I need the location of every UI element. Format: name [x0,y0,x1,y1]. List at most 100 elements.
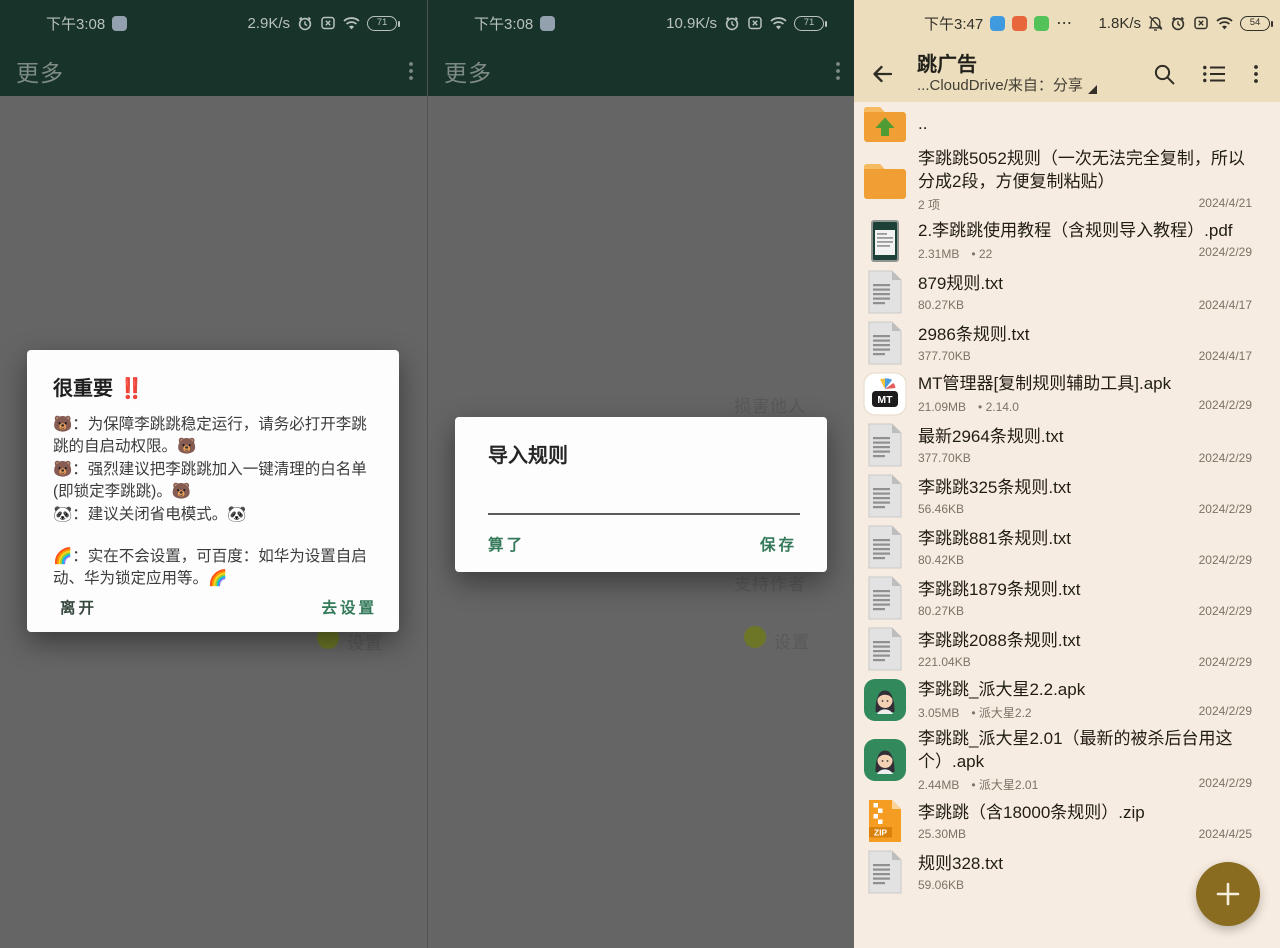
more-notifications-icon: ⋯ [1056,13,1073,33]
app-bar: 更多 [0,46,427,96]
app-badge-icon [540,16,555,31]
rule-input[interactable] [488,489,800,515]
cancel-button[interactable]: 算了 [488,533,525,555]
app-badge-green-icon [1034,16,1049,31]
file-meta: 21.09MB • 2.14.0 [918,398,1019,415]
wifi-icon [343,16,360,30]
file-row[interactable]: .. [854,102,1280,145]
overflow-menu-icon[interactable] [1254,65,1258,83]
overflow-menu-icon[interactable] [409,62,413,80]
pdf-icon [862,219,908,263]
file-row[interactable]: 李跳跳881条规则.txt80.42KB2024/2/29 [854,521,1280,572]
go-settings-button[interactable]: 去设置 [321,596,377,618]
txt-icon [862,321,908,365]
alarm-icon [297,15,313,31]
back-arrow-icon[interactable] [870,62,895,86]
file-date: 2024/4/21 [1199,196,1252,213]
txt-icon [862,270,908,314]
app-badge-icon [112,16,127,31]
no-sim-icon [747,15,763,31]
file-meta: 2.44MB • 派大星2.01 [918,776,1038,793]
app-badge-blue-icon [990,16,1005,31]
file-row[interactable]: 2986条规则.txt377.70KB2024/4/17 [854,317,1280,368]
file-meta: 59.06KB [918,878,964,892]
net-speed: 1.8K/s [1098,15,1141,32]
settings-label: 设置 [347,629,383,654]
overflow-menu-icon[interactable] [836,62,840,80]
dialog-text-line: 🐻：为保障李跳跳稳定运行，请务必打开李跳跳的自启动权限。🐻 [53,414,375,459]
file-meta: 377.70KB [918,349,971,363]
file-row[interactable]: 李跳跳2088条规则.txt221.04KB2024/2/29 [854,623,1280,674]
dialog-text-line: 🐼：建议关闭省电模式。🐼 [53,504,375,526]
no-sim-icon [1193,15,1209,31]
file-row[interactable]: 最新2964条规则.txt377.70KB2024/2/29 [854,419,1280,470]
dialog-title: 很重要‼️ [53,372,375,401]
file-row[interactable]: 2.李跳跳使用教程（含规则导入教程）.pdf2.31MB • 222024/2/… [854,215,1280,266]
file-name: 李跳跳2088条规则.txt [918,629,1252,652]
dialog-actions: 算了 保存 [455,516,827,572]
apk-girl-icon [862,738,908,782]
wifi-icon [770,16,787,30]
apk-girl-icon [862,678,908,722]
file-row[interactable]: ZIP李跳跳（含18000条规则）.zip25.30MB2024/4/25 [854,795,1280,846]
import-rules-dialog: 导入规则 算了 保存 [455,417,827,572]
file-row[interactable]: 李跳跳_派大星2.01（最新的被杀后台用这个）.apk2.44MB • 派大星2… [854,725,1280,795]
txt-icon [862,576,908,620]
file-meta: 80.27KB [918,298,964,312]
file-name: 李跳跳_派大星2.2.apk [918,678,1252,701]
dialog-text-line: 🐻：强烈建议把李跳跳加入一键清理的白名单(即锁定李跳跳)。🐻 [53,459,375,504]
file-row[interactable]: 李跳跳5052规则（一次无法完全复制，所以分成2段，方便复制粘贴）2 项2024… [854,145,1280,215]
search-icon[interactable] [1153,63,1175,85]
file-date: 2024/2/29 [1199,553,1252,567]
page-title: 更多 [444,54,492,88]
file-date: 2024/4/25 [1199,827,1252,841]
txt-icon [862,423,908,467]
exclamation-emoji: ‼️ [119,378,144,400]
file-meta: 25.30MB [918,827,966,841]
important-dialog: 很重要‼️ 🐻：为保障李跳跳稳定运行，请务必打开李跳跳的自启动权限。🐻🐻：强烈建… [27,350,399,632]
panel-right: 下午3:47 ⋯ 1.8K/s 54 跳广告 [854,0,1280,948]
leave-button[interactable]: 离开 [60,596,97,618]
file-row[interactable]: 李跳跳1879条规则.txt80.27KB2024/2/29 [854,572,1280,623]
clock: 下午3:08 [474,13,533,34]
add-fab-button[interactable] [1196,862,1260,926]
dialog-text-line [53,526,375,546]
sort-triangle-icon [1088,85,1097,94]
file-meta: 80.42KB [918,553,964,567]
battery-icon: 71 [794,16,824,31]
view-list-icon[interactable] [1202,64,1227,84]
file-name: .. [918,112,1252,135]
settings-label: 设置 [774,628,810,653]
net-speed: 2.9K/s [247,15,290,32]
file-date: 2024/2/29 [1199,451,1252,465]
no-sim-icon [320,15,336,31]
save-button[interactable]: 保存 [760,533,797,555]
file-date: 2024/2/29 [1199,245,1252,262]
composite-screenshot: 下午3:08 2.9K/s 71 更多 设置 很重要‼️ 🐻：为保 [0,0,1280,948]
file-row[interactable]: 879规则.txt80.27KB2024/4/17 [854,266,1280,317]
folder-title: 跳广告 [917,54,977,76]
breadcrumb[interactable]: ...CloudDrive/来自：分享 [917,77,1153,95]
menu-item-support-author: 支持作者 [734,570,806,595]
plus-icon [1213,879,1243,909]
alarm-icon [1170,15,1186,31]
file-name: 2.李跳跳使用教程（含规则导入教程）.pdf [918,219,1252,242]
file-row[interactable]: MTMT管理器[复制规则辅助工具].apk21.09MB • 2.14.0202… [854,368,1280,419]
file-row[interactable]: 李跳跳325条规则.txt56.46KB2024/2/29 [854,470,1280,521]
settings-icon [744,626,766,648]
file-name: 2986条规则.txt [918,323,1252,346]
menu-item-harm-others: 损害他人 [734,392,806,417]
file-date: 2024/2/29 [1199,398,1252,415]
dialog-title: 导入规则 [488,439,803,468]
file-date: 2024/4/17 [1199,298,1252,312]
battery-icon: 54 [1240,16,1270,31]
mt-icon: MT [862,372,908,416]
panel-left: 下午3:08 2.9K/s 71 更多 设置 很重要‼️ 🐻：为保 [0,0,427,948]
file-meta: 377.70KB [918,451,971,465]
file-row[interactable]: 李跳跳_派大星2.2.apk3.05MB • 派大星2.22024/2/29 [854,674,1280,725]
app-bar: 跳广告 ...CloudDrive/来自：分享 [854,46,1280,102]
status-bar: 下午3:08 10.9K/s 71 [428,0,854,46]
file-meta: 80.27KB [918,604,964,618]
txt-icon [862,525,908,569]
top-bar: 下午3:47 ⋯ 1.8K/s 54 跳广告 [854,0,1280,102]
